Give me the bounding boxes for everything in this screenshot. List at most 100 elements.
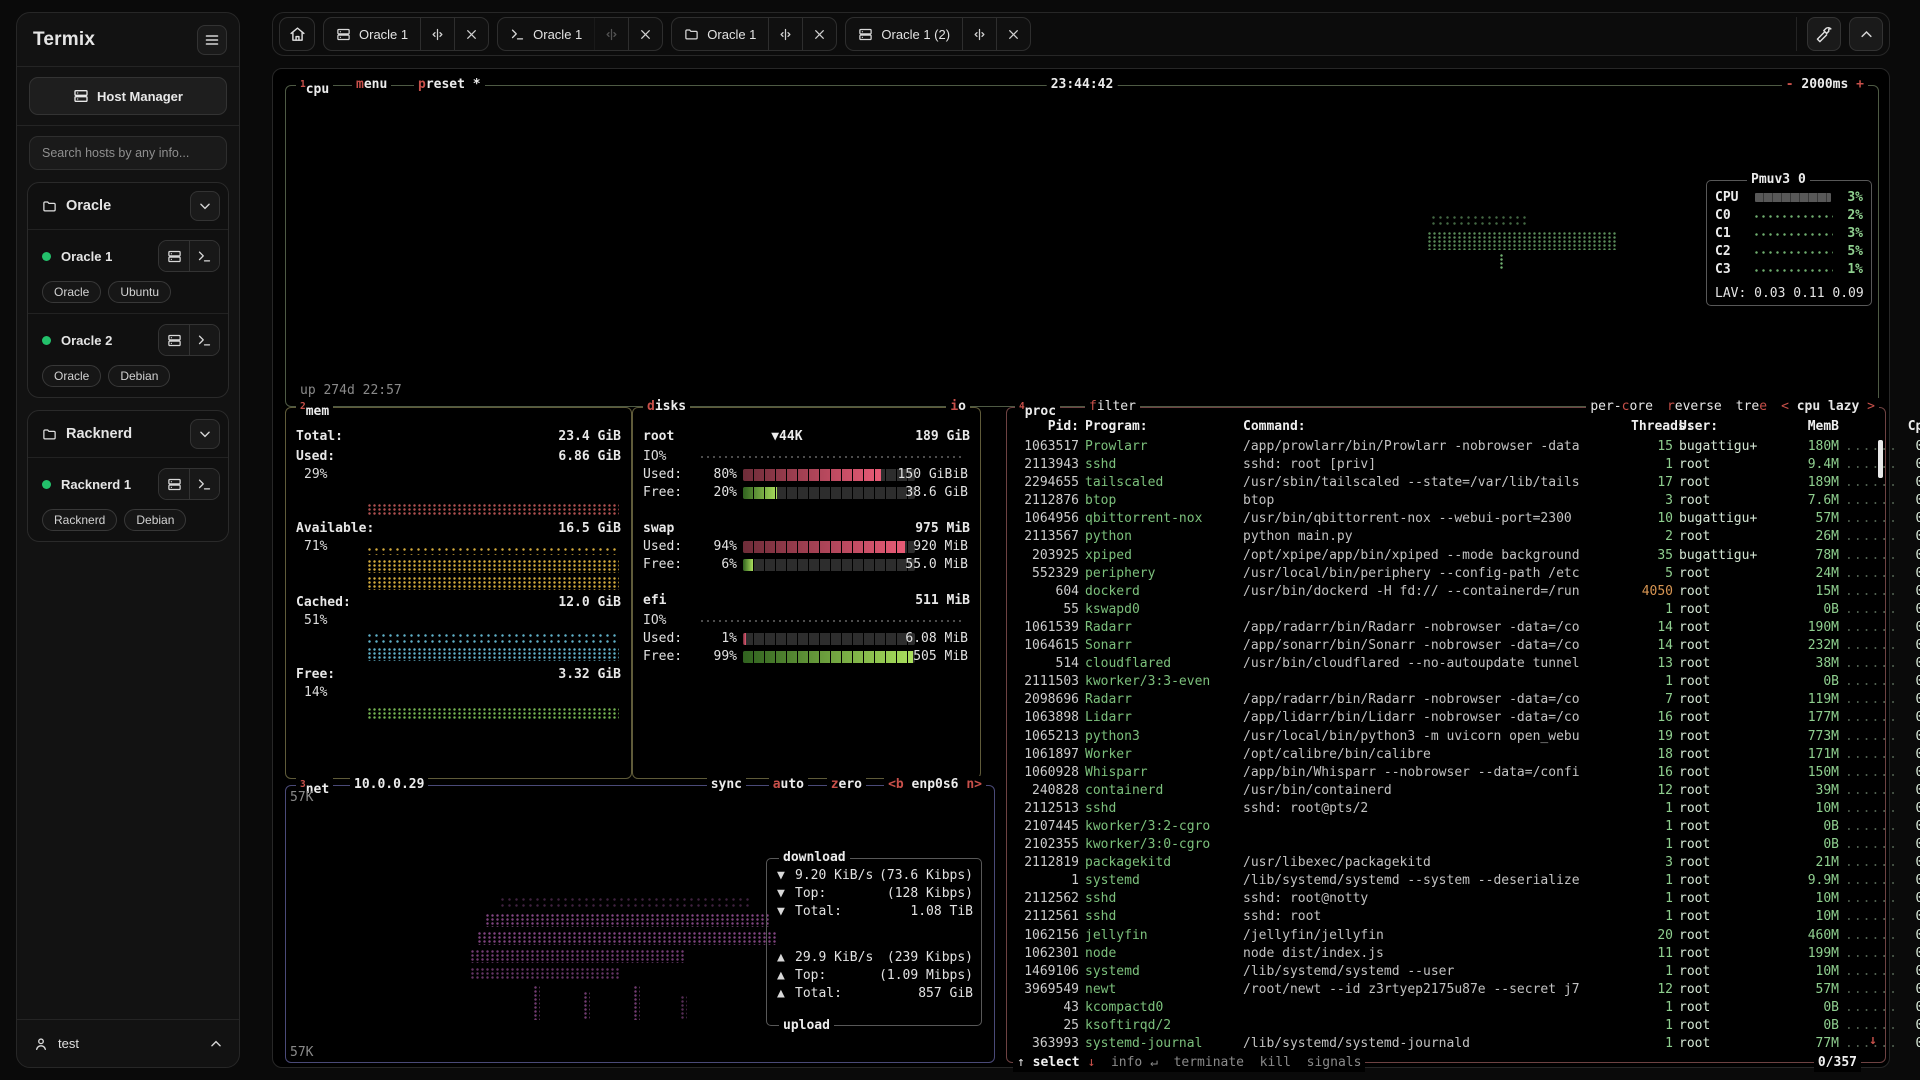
proc-row[interactable]: 1062156jellyfin/jellyfin/jellyfin20root4… [1007,927,1885,945]
sidebar-footer[interactable]: test [17,1019,239,1067]
session-tab[interactable]: Oracle 1 (2) [845,17,1031,51]
admin-tools-button[interactable] [1807,17,1841,51]
cpu-menu-button[interactable]: menu [352,76,391,94]
group-collapse-button[interactable] [190,191,220,221]
host-group-header[interactable]: Oracle [28,183,228,229]
group-collapse-button[interactable] [190,419,220,449]
host-connect-button[interactable] [159,241,189,271]
proc-row[interactable]: 1065213python3/usr/local/bin/python3 -m … [1007,728,1885,746]
proc-row[interactable]: 2112819packagekitd/usr/libexec/packageki… [1007,854,1885,872]
proc-row[interactable]: 1064615Sonarr/app/sonarr/bin/Sonarr -nob… [1007,637,1885,655]
proc-row[interactable]: 363993systemd-journal/lib/systemd/system… [1007,1035,1885,1053]
session-tab-main[interactable]: Oracle 1 (2) [846,27,962,42]
host-connect-button[interactable] [159,469,189,499]
tab-close-button[interactable] [996,18,1030,50]
proc-row[interactable]: 604dockerd/usr/bin/dockerd -H fd:// --co… [1007,583,1885,601]
proc-header-row[interactable]: Pid: Program: Command: Threads: User: Me… [1007,418,1885,436]
proc-percore-toggle[interactable]: per-core [1590,398,1653,416]
host-item[interactable]: Oracle 1OracleUbuntu [28,229,228,313]
proc-scroll-down-arrow[interactable]: ↓ [1869,1033,1877,1048]
proc-row[interactable]: 2113567pythonpython main.py2root26M.....… [1007,528,1885,546]
tab-split-button[interactable] [420,18,454,50]
net-auto-toggle[interactable]: auto [769,776,808,794]
host-connect-button[interactable] [159,325,189,355]
proc-row[interactable]: 1systemd/lib/systemd/systemd --system --… [1007,872,1885,890]
select-key[interactable]: select [1033,1055,1080,1070]
proc-row[interactable]: 2111503kworker/3:3-even1root0B........0.… [1007,673,1885,691]
proc-row[interactable]: 55kswapd01root0B........0.0 [1007,601,1885,619]
session-tab[interactable]: Oracle 1 [497,17,663,51]
host-group-header[interactable]: Racknerd [28,411,228,457]
tab-split-button[interactable] [594,18,628,50]
host-item[interactable]: Racknerd 1RacknerdDebian [28,457,228,541]
signals-key[interactable]: signals [1307,1055,1362,1070]
disk-usage-percent: 1% [701,630,737,648]
terminate-key[interactable]: terminate [1174,1055,1244,1070]
proc-row[interactable]: 203925xpiped/opt/xpipe/app/bin/xpiped --… [1007,547,1885,565]
proc-row[interactable]: 2102355kworker/3:0-cgro1root0B........0.… [1007,836,1885,854]
proc-row[interactable]: 2112562sshdsshd: root@notty1root10M.....… [1007,890,1885,908]
proc-row[interactable]: 2107445kworker/3:2-cgro1root0B........0.… [1007,818,1885,836]
session-tab-main[interactable]: Oracle 1 [324,27,420,42]
proc-cell: ........ [1845,637,1895,655]
host-terminal-button[interactable] [189,241,219,271]
session-tab[interactable]: Oracle 1 [671,17,837,51]
mem-box-title[interactable]: 2mem [296,398,333,421]
proc-row[interactable]: 3969549newt/root/newt --id z3rtyep2175u8… [1007,981,1885,999]
session-tab[interactable]: Oracle 1 [323,17,489,51]
proc-filter-button[interactable]: filter [1085,398,1140,416]
collapse-topbar-button[interactable] [1849,17,1883,51]
host-terminal-button[interactable] [189,469,219,499]
proc-row[interactable]: 240828containerd/usr/bin/containerd12roo… [1007,782,1885,800]
terminal-panel[interactable]: 1cpu menu preset * 23:44:42 - 2000ms + u… [272,68,1890,1068]
chevron-up-icon[interactable] [209,1037,223,1051]
proc-row[interactable]: 1063517Prowlarr/app/prowlarr/bin/Prowlar… [1007,438,1885,456]
tab-split-button[interactable] [962,18,996,50]
search-input[interactable] [29,136,227,170]
tab-close-button[interactable] [802,18,836,50]
proc-row[interactable]: 1064956qbittorrent-nox/usr/bin/qbittorre… [1007,510,1885,528]
proc-row[interactable]: 1060928Whisparr/app/bin/Whisparr --nobro… [1007,764,1885,782]
proc-row[interactable]: 1061897Worker/opt/calibre/bin/calibre18r… [1007,746,1885,764]
session-tab-main[interactable]: Oracle 1 [672,27,768,42]
refresh-interval-control[interactable]: - 2000ms + [1782,76,1868,94]
proc-row[interactable]: 2112561sshdsshd: root1root10M........0.0 [1007,908,1885,926]
session-tab-main[interactable]: Oracle 1 [498,27,594,42]
proc-tree-toggle[interactable]: tree [1736,398,1767,416]
proc-reverse-toggle[interactable]: reverse [1667,398,1722,416]
proc-row[interactable]: 514cloudflared/usr/bin/cloudflared --no-… [1007,655,1885,673]
net-sync-toggle[interactable]: sync [707,776,746,794]
proc-sort-selector[interactable]: < cpu lazy > [1781,398,1875,416]
net-interface-selector[interactable]: <b enp0s6 n> [884,776,986,794]
disks-box-title[interactable]: disks [643,398,690,416]
kill-key[interactable]: kill [1260,1055,1291,1070]
proc-row[interactable]: 2112876btopbtop3root7.6M........0.2 [1007,492,1885,510]
tab-split-button[interactable] [768,18,802,50]
proc-row[interactable]: 25ksoftirqd/21root0B........0.0 [1007,1017,1885,1035]
host-item[interactable]: Oracle 2OracleDebian [28,313,228,397]
tab-close-button[interactable] [628,18,662,50]
cpu-box-title[interactable]: 1cpu [296,76,333,99]
proc-row[interactable]: 2098696Radarr/app/radarr/bin/Radarr -nob… [1007,691,1885,709]
disks-io-toggle[interactable]: io [946,398,970,416]
proc-row[interactable]: 1061539Radarr/app/radarr/bin/Radarr -nob… [1007,619,1885,637]
info-key[interactable]: info ↵ [1111,1055,1158,1070]
proc-row[interactable]: 2294655tailscaled/usr/sbin/tailscaled --… [1007,474,1885,492]
host-terminal-button[interactable] [189,325,219,355]
proc-row[interactable]: 1469106systemd/lib/systemd/systemd --use… [1007,963,1885,981]
proc-table[interactable]: 1063517Prowlarr/app/prowlarr/bin/Prowlar… [1007,438,1885,1053]
cpu-preset-button[interactable]: preset * [414,76,485,94]
host-manager-button[interactable]: Host Manager [29,77,227,115]
proc-row[interactable]: 2113943sshdsshd: root [priv]1root9.4M...… [1007,456,1885,474]
tab-close-button[interactable] [454,18,488,50]
net-zero-toggle[interactable]: zero [827,776,866,794]
proc-row[interactable]: 2112513sshdsshd: root@pts/21root10M.....… [1007,800,1885,818]
sidebar-menu-button[interactable] [197,25,227,55]
proc-row[interactable]: 1062301nodenode dist/index.js11root199M.… [1007,945,1885,963]
proc-cell: /app/sonarr/bin/Sonarr -nobrowser -data=… [1243,637,1625,655]
proc-row[interactable]: 1063898Lidarr/app/lidarr/bin/Lidarr -nob… [1007,709,1885,727]
proc-row[interactable]: 552329periphery/usr/local/bin/periphery … [1007,565,1885,583]
proc-row[interactable]: 43kcompactd01root0B........0.0 [1007,999,1885,1017]
home-button[interactable] [279,17,315,51]
proc-scrollbar[interactable] [1878,440,1883,478]
